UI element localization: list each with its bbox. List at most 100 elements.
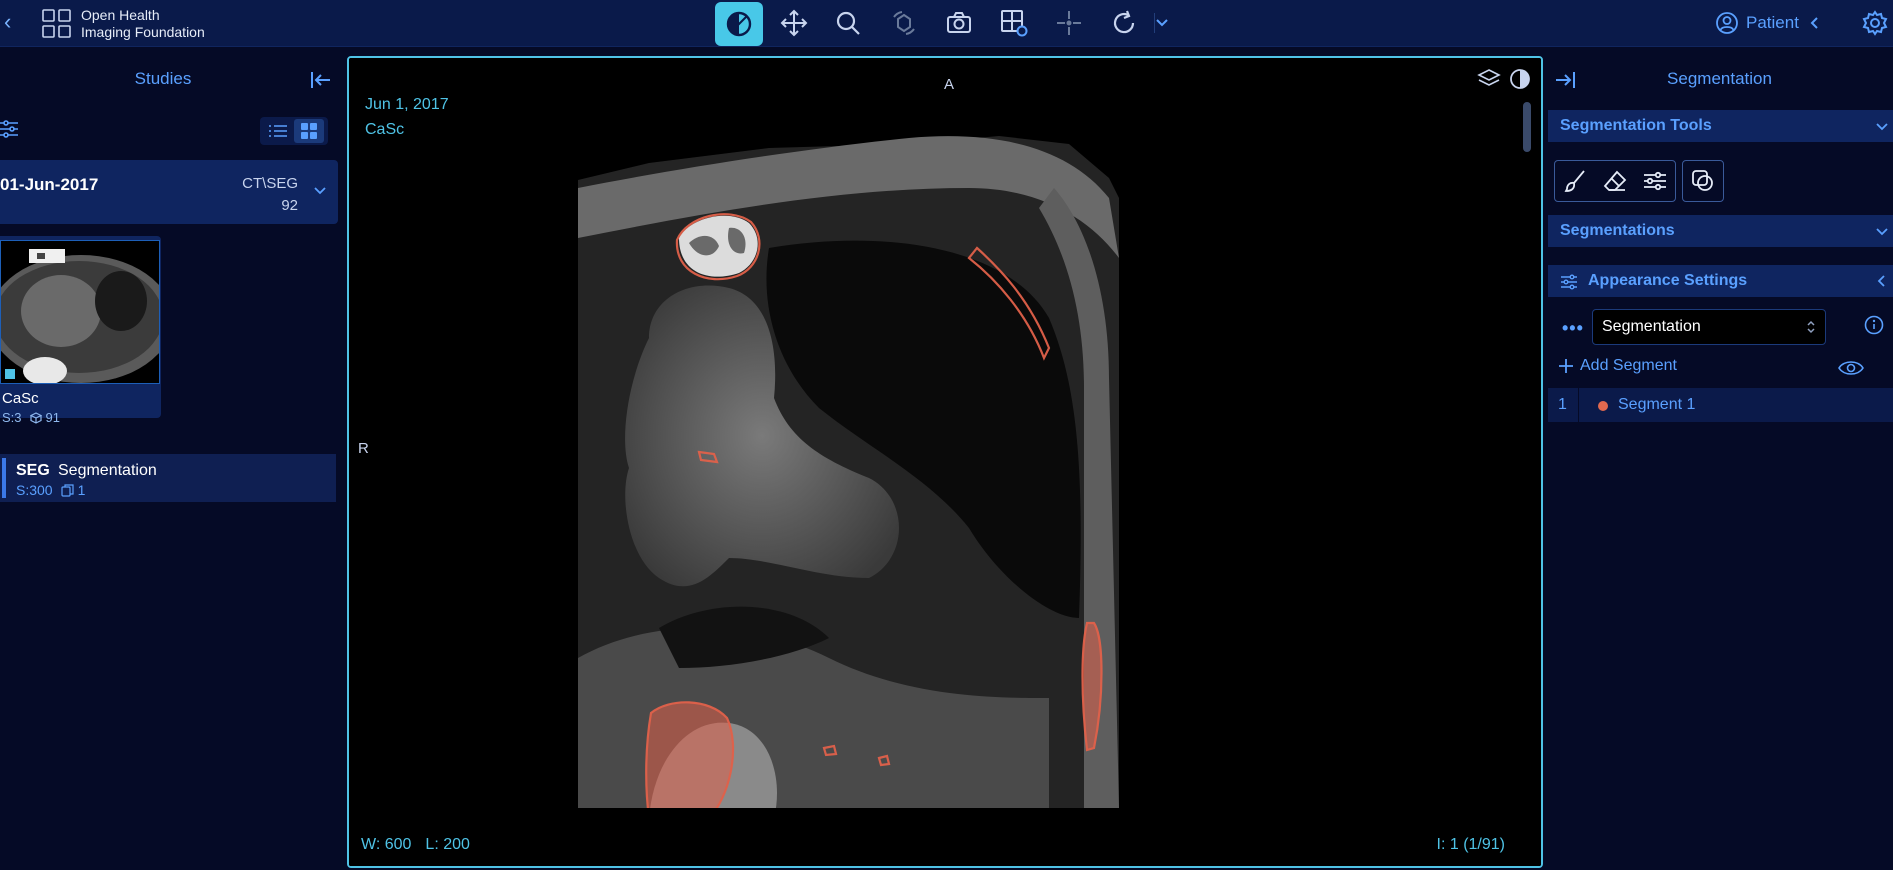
filter-settings-icon[interactable] bbox=[0, 119, 20, 139]
camera-icon bbox=[947, 12, 971, 33]
study-item[interactable]: 01-Jun-2017 CT\SEG 92 bbox=[0, 160, 338, 224]
top-toolbar: ‹ Open Health Imaging Foundation Patient bbox=[0, 0, 1893, 47]
thumbnail-instances: 91 bbox=[45, 410, 60, 425]
contrast-icon[interactable] bbox=[1509, 68, 1531, 90]
brush-tools-group bbox=[1554, 160, 1676, 202]
thumbnail-instances-wrap: 91 bbox=[29, 410, 60, 425]
threshold-tool-button[interactable] bbox=[1635, 161, 1675, 201]
chevron-down-icon bbox=[1876, 123, 1888, 131]
segmentation-tools-header[interactable]: Segmentation Tools bbox=[1548, 110, 1893, 142]
segmentation-panel: Segmentation Segmentation Tools Segmenta… bbox=[1546, 47, 1893, 870]
window-level-value: 200 bbox=[443, 836, 470, 853]
refresh-icon bbox=[1113, 10, 1135, 34]
orientation-marker-top: A bbox=[944, 76, 955, 93]
grid-view-button[interactable] bbox=[294, 119, 324, 143]
seg-instances-wrap: 1 bbox=[60, 482, 86, 498]
layout-settings-icon bbox=[1001, 10, 1028, 37]
eraser-icon bbox=[1603, 170, 1627, 191]
stack-icon bbox=[29, 411, 42, 424]
reset-tool-button[interactable] bbox=[1102, 2, 1146, 44]
grid-icon bbox=[301, 123, 317, 139]
window-width-group: W: 600 bbox=[361, 836, 411, 854]
info-icon[interactable] bbox=[1864, 315, 1884, 335]
series-thumbnail[interactable]: CaSc S:3 91 bbox=[0, 236, 161, 425]
list-icon bbox=[269, 125, 287, 137]
segment-label: Segment 1 bbox=[1618, 396, 1696, 413]
rotate-3d-icon bbox=[893, 11, 915, 35]
add-segment-label: Add Segment bbox=[1580, 357, 1677, 374]
window-width-value: 600 bbox=[384, 836, 412, 853]
eraser-tool-button[interactable] bbox=[1595, 161, 1635, 201]
shapes-tool-button[interactable] bbox=[1683, 161, 1723, 201]
chevron-down-icon bbox=[1154, 13, 1168, 33]
plus-icon bbox=[1559, 359, 1573, 373]
instance-readout: I: 1 (1/91) bbox=[1436, 836, 1505, 853]
overlay-study-date: Jun 1, 2017 bbox=[365, 96, 449, 113]
overlay-series-description: CaSc bbox=[365, 121, 405, 138]
search-icon bbox=[836, 11, 860, 35]
move-icon bbox=[780, 9, 808, 37]
ct-image bbox=[349, 58, 1541, 866]
segmentation-select[interactable]: Segmentation bbox=[1592, 309, 1826, 345]
add-segment-button[interactable]: Add Segment bbox=[1558, 357, 1677, 375]
rotate-tool-button[interactable] bbox=[882, 2, 926, 44]
thumbnail-description: CaSc bbox=[2, 390, 39, 407]
chevron-left-icon bbox=[1877, 275, 1885, 287]
more-tools-button[interactable] bbox=[1150, 2, 1174, 44]
collapse-panel-icon[interactable] bbox=[308, 69, 332, 91]
more-options-icon[interactable]: ••• bbox=[1562, 318, 1584, 339]
appearance-settings-header[interactable]: Appearance Settings bbox=[1548, 265, 1893, 297]
gear-icon[interactable] bbox=[1862, 10, 1888, 36]
patient-info-toggle[interactable]: Patient bbox=[1716, 12, 1823, 34]
segmentation-tools-label: Segmentation Tools bbox=[1560, 117, 1712, 134]
thumbnail-meta: S:3 91 bbox=[2, 410, 60, 425]
segment-row-divider bbox=[1578, 388, 1579, 422]
image-viewport[interactable]: Jun 1, 2017 CaSc A R W: 600 L: 200 I: 1 … bbox=[347, 56, 1543, 868]
segmentation-indicator bbox=[5, 369, 15, 379]
window-width-label: W: bbox=[361, 836, 381, 853]
back-chevron-icon[interactable]: ‹ bbox=[4, 11, 24, 33]
layers-icon[interactable] bbox=[1477, 68, 1501, 90]
appearance-settings-label: Appearance Settings bbox=[1588, 272, 1748, 289]
shapes-icon bbox=[1692, 170, 1713, 191]
viewport-scrollbar[interactable] bbox=[1523, 102, 1531, 152]
pan-tool-button[interactable] bbox=[772, 2, 816, 44]
study-instance-count: 92 bbox=[281, 197, 298, 214]
seg-instances: 1 bbox=[77, 482, 86, 498]
copy-icon bbox=[60, 483, 74, 497]
layout-tool-button[interactable] bbox=[992, 2, 1036, 44]
study-modalities: CT\SEG bbox=[242, 175, 298, 192]
eye-icon[interactable] bbox=[1838, 359, 1864, 377]
chevron-down-icon bbox=[1876, 228, 1888, 236]
window-level-readout: W: 600 L: 200 bbox=[361, 836, 470, 854]
chevron-down-icon[interactable] bbox=[312, 182, 328, 198]
list-view-button[interactable] bbox=[264, 119, 292, 143]
thumbnail-image bbox=[0, 240, 160, 384]
capture-tool-button[interactable] bbox=[937, 2, 981, 44]
segmentation-series-item[interactable]: SEG Segmentation S:300 1 bbox=[0, 454, 336, 502]
seg-description: Segmentation bbox=[58, 462, 157, 479]
logo-line-1: Open Health bbox=[81, 7, 160, 23]
thumbnail-series: S:3 bbox=[2, 410, 22, 425]
chevron-left-icon bbox=[1810, 17, 1818, 29]
brush-tool-button[interactable] bbox=[1555, 161, 1595, 201]
segmentations-header[interactable]: Segmentations bbox=[1548, 215, 1893, 247]
brush-icon bbox=[1564, 170, 1585, 192]
segment-row[interactable]: 1 Segment 1 bbox=[1548, 388, 1893, 422]
segmentation-panel-title: Segmentation bbox=[1667, 69, 1772, 88]
zoom-tool-button[interactable] bbox=[826, 2, 870, 44]
segment-color-swatch bbox=[1598, 401, 1608, 411]
sliders-icon bbox=[1644, 171, 1666, 191]
segmentation-select-value: Segmentation bbox=[1602, 318, 1701, 335]
window-level-tool-button[interactable] bbox=[715, 2, 763, 46]
logo-line-2: Imaging Foundation bbox=[81, 24, 205, 40]
ohif-logo-icon bbox=[42, 9, 71, 38]
logo-text: Open Health Imaging Foundation bbox=[81, 7, 205, 41]
seg-modality: SEG bbox=[16, 462, 50, 479]
user-icon bbox=[1716, 12, 1738, 34]
seg-active-bar bbox=[2, 458, 6, 498]
segment-index: 1 bbox=[1558, 396, 1567, 413]
crosshairs-tool-button[interactable] bbox=[1047, 2, 1091, 44]
segmentation-tools-row bbox=[1554, 160, 1724, 202]
seg-series: S:300 bbox=[16, 482, 53, 498]
